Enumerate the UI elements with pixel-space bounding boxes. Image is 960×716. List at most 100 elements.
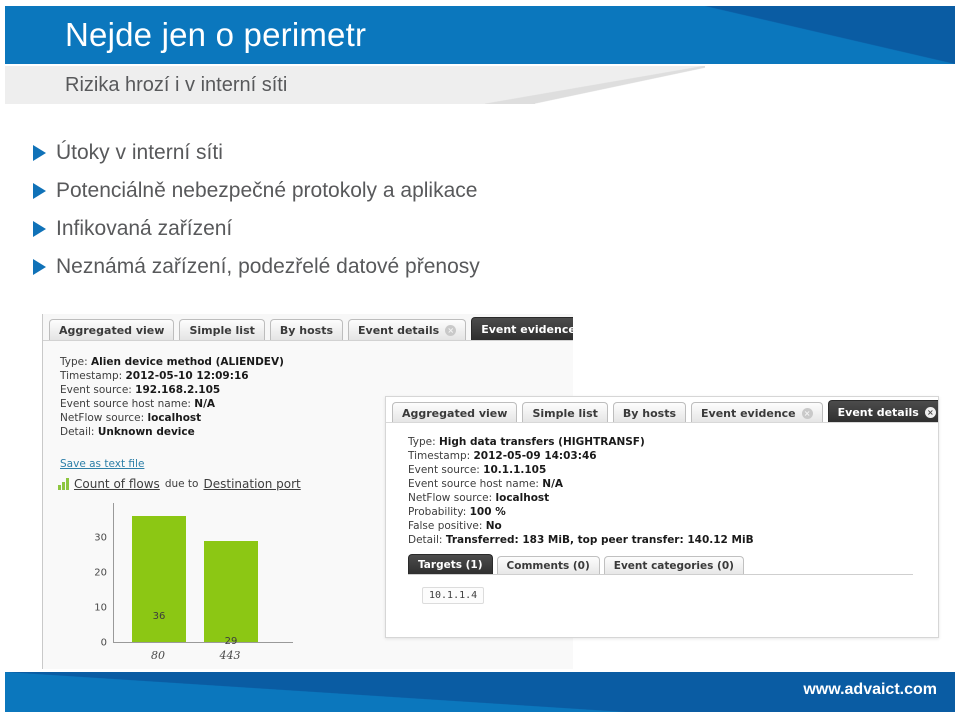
detail-value: 2012-05-10 12:09:16 bbox=[125, 370, 249, 382]
detail-value: 100 % bbox=[469, 506, 506, 518]
tab-aggregated-view[interactable]: Aggregated view bbox=[392, 402, 518, 423]
bar-series-item bbox=[204, 541, 258, 642]
detail-key: Timestamp: bbox=[408, 450, 471, 462]
save-as-text-file-link[interactable]: Save as text file bbox=[60, 458, 144, 470]
tab-by-hosts[interactable]: By hosts bbox=[269, 319, 344, 340]
tab-event-evidence[interactable]: Event evidence × bbox=[471, 317, 573, 340]
tab-by-hosts[interactable]: By hosts bbox=[612, 402, 687, 423]
detail-key: Detail: bbox=[408, 534, 443, 546]
x-axis-tick: 443 bbox=[219, 649, 241, 662]
bullet-item-label: Neznámá zařízení, podezřelé datové přeno… bbox=[56, 255, 480, 278]
y-axis-tick: 0 bbox=[100, 637, 107, 649]
tab-simple-list[interactable]: Simple list bbox=[179, 319, 265, 340]
bar-series-item bbox=[132, 516, 186, 642]
chart-caption: Count of flows due to Destination port bbox=[58, 477, 301, 491]
detail-value: 2012-05-09 14:03:46 bbox=[473, 450, 597, 462]
chart-dimension-link[interactable]: Destination port bbox=[203, 477, 300, 491]
event-details-panel: Aggregated view Simple list By hosts Eve… bbox=[385, 396, 939, 638]
tab-label: Event evidence bbox=[701, 406, 796, 420]
tab-aggregated-view[interactable]: Aggregated view bbox=[49, 319, 175, 340]
y-axis-tick: 30 bbox=[94, 532, 107, 544]
page-subtitle: Rizika hrozí i v interní síti bbox=[65, 74, 288, 96]
detail-key: Event source: bbox=[408, 464, 480, 476]
detail-value: localhost bbox=[495, 492, 550, 504]
detail-value: Transferred: 183 MiB, top peer transfer:… bbox=[445, 534, 754, 546]
slide-title-bar: Nejde jen o perimetr bbox=[5, 6, 955, 64]
panel-a-tabstrip: Aggregated view Simple list By hosts Eve… bbox=[49, 316, 573, 340]
tab-label: Event details bbox=[358, 323, 440, 337]
tab-event-details[interactable]: Event details × bbox=[827, 400, 938, 423]
detail-row-detail: Detail: Transferred: 183 MiB, top peer t… bbox=[408, 533, 754, 547]
bullet-item-0: Útoky v interní síti bbox=[30, 134, 670, 172]
detail-value: 192.168.2.105 bbox=[135, 384, 221, 396]
triangle-bullet-icon bbox=[30, 145, 56, 161]
detail-key: Event source host name: bbox=[408, 478, 539, 490]
subtitle-bar-wedge-cut bbox=[535, 66, 705, 104]
bullet-list: Útoky v interní síti Potenciálně nebezpe… bbox=[30, 134, 670, 286]
detail-value: localhost bbox=[147, 412, 202, 424]
tab-label: By hosts bbox=[279, 323, 334, 337]
tab-simple-list[interactable]: Simple list bbox=[522, 402, 608, 423]
bullet-item-1: Potenciálně nebezpečné protokoly a aplik… bbox=[30, 172, 670, 210]
bullet-item-3: Neznámá zařízení, podezřelé datové přeno… bbox=[30, 248, 670, 286]
chart-metric-link[interactable]: Count of flows bbox=[74, 477, 160, 491]
detail-row-timestamp: Timestamp: 2012-05-10 12:09:16 bbox=[60, 369, 284, 383]
tab-label: Aggregated view bbox=[59, 323, 165, 337]
close-icon[interactable]: × bbox=[924, 406, 936, 418]
subtab-comments[interactable]: Comments (0) bbox=[496, 556, 600, 575]
detail-value: High data transfers (HIGHTRANSF) bbox=[439, 436, 645, 448]
detail-key: Type: bbox=[408, 436, 436, 448]
slide-subtitle-bar: Rizika hrozí i v interní síti bbox=[5, 66, 705, 104]
y-axis-tick: 20 bbox=[94, 567, 107, 579]
bar-chart-icon bbox=[58, 478, 69, 490]
detail-value: N/A bbox=[194, 398, 216, 410]
subtab-event-categories[interactable]: Event categories (0) bbox=[603, 556, 744, 575]
chart-caption-connector: due to bbox=[164, 478, 199, 490]
slide-footer-bar: www.advaict.com bbox=[5, 672, 955, 712]
tab-label: Event details bbox=[837, 405, 919, 419]
detail-row-host-name: Event source host name: N/A bbox=[408, 477, 754, 491]
detail-key: Event source host name: bbox=[60, 398, 191, 410]
bullet-item-2: Infikovaná zařízení bbox=[30, 210, 670, 248]
footer-diagonal-accent bbox=[5, 672, 625, 712]
detail-value: N/A bbox=[542, 478, 564, 490]
close-icon[interactable]: × bbox=[445, 324, 457, 336]
detail-row-event-source: Event source: 192.168.2.105 bbox=[60, 383, 284, 397]
chart-plot-area: 36 29 bbox=[113, 503, 293, 647]
panel-b-tabstrip: Aggregated view Simple list By hosts Eve… bbox=[392, 399, 938, 423]
detail-key: Timestamp: bbox=[60, 370, 123, 382]
bar-value-label: 36 bbox=[152, 611, 166, 622]
tab-label: Simple list bbox=[532, 406, 598, 420]
bar-value-label: 29 bbox=[224, 636, 238, 647]
detail-row-netflow-source: NetFlow source: localhost bbox=[60, 411, 284, 425]
triangle-bullet-icon bbox=[30, 221, 56, 237]
detail-row-detail: Detail: Unknown device bbox=[60, 425, 284, 439]
detail-key: Probability: bbox=[408, 506, 467, 518]
detail-key: Detail: bbox=[60, 426, 95, 438]
detail-value: Unknown device bbox=[97, 426, 195, 438]
panel-b-subtabstrip: Targets (1) Comments (0) Event categorie… bbox=[408, 553, 744, 575]
triangle-bullet-icon bbox=[30, 259, 56, 275]
x-axis-tick: 80 bbox=[151, 649, 165, 662]
detail-value: 10.1.1.105 bbox=[483, 464, 547, 476]
tab-event-details[interactable]: Event details × bbox=[348, 319, 467, 340]
footer-website-url: www.advaict.com bbox=[803, 681, 937, 698]
chart-y-axis: 0 10 20 30 bbox=[61, 503, 107, 649]
bullet-item-label: Potenciálně nebezpečné protokoly a aplik… bbox=[56, 179, 478, 202]
detail-value: No bbox=[485, 520, 502, 532]
bullet-item-label: Infikovaná zařízení bbox=[56, 217, 233, 240]
detail-row-event-source: Event source: 10.1.1.105 bbox=[408, 463, 754, 477]
detail-row-type: Type: Alien device method (ALIENDEV) bbox=[60, 355, 284, 369]
detail-key: Event source: bbox=[60, 384, 132, 396]
tab-label: Simple list bbox=[189, 323, 255, 337]
triangle-bullet-icon bbox=[30, 183, 56, 199]
subtab-targets[interactable]: Targets (1) bbox=[408, 554, 493, 575]
detail-row-probability: Probability: 100 % bbox=[408, 505, 754, 519]
detail-key: NetFlow source: bbox=[408, 492, 493, 504]
close-icon[interactable]: × bbox=[801, 407, 813, 419]
detail-key: Type: bbox=[60, 356, 88, 368]
detail-row-netflow-source: NetFlow source: localhost bbox=[408, 491, 754, 505]
tab-event-evidence[interactable]: Event evidence × bbox=[691, 402, 823, 423]
tab-label: Aggregated view bbox=[402, 406, 508, 420]
tab-label: By hosts bbox=[622, 406, 677, 420]
